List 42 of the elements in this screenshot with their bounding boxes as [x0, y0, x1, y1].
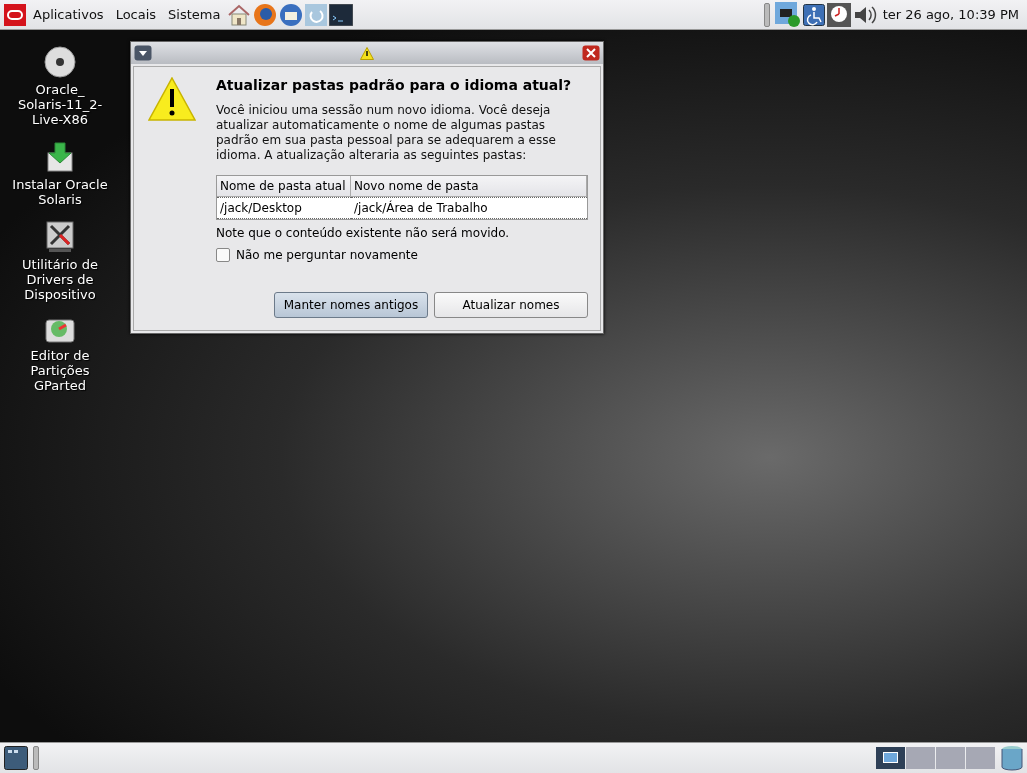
- checkbox-label[interactable]: Não me perguntar novamente: [236, 248, 418, 262]
- warning-icon: [148, 77, 196, 121]
- dialog-button[interactable]: Atualizar nomes: [434, 292, 588, 318]
- column-header[interactable]: Nome de pasta atual: [217, 176, 351, 197]
- oracle-logo-icon[interactable]: [4, 3, 26, 26]
- workspace-switcher-item[interactable]: [876, 747, 905, 769]
- trash-can-icon[interactable]: [1001, 745, 1023, 771]
- table-cell: /jack/Área de Trabalho: [351, 197, 587, 219]
- desktop-icon-label[interactable]: Editor de Partições GParted: [10, 348, 110, 393]
- download-arrow-icon[interactable]: [46, 141, 74, 173]
- disc-icon[interactable]: [44, 46, 76, 78]
- workspace-switcher-item[interactable]: [906, 747, 935, 769]
- table-cell: /jack/Desktop: [217, 197, 351, 219]
- panel-menu[interactable]: Locais: [110, 5, 162, 24]
- browser-globe-icon[interactable]: [253, 2, 278, 27]
- dialog-note: Note que o conteúdo existente não será movido.: [216, 226, 511, 240]
- column-header[interactable]: Novo nome de pasta: [351, 176, 587, 197]
- show-desktop-icon[interactable]: [4, 746, 28, 770]
- warning-icon: [360, 46, 374, 60]
- workspace-switcher-item[interactable]: [966, 747, 995, 769]
- panel-menu[interactable]: Aplicativos: [28, 5, 109, 24]
- checkbox[interactable]: [216, 248, 230, 262]
- clock-icon[interactable]: [826, 2, 851, 27]
- dialog-heading: Atualizar pastas padrão para o idioma atual?: [216, 77, 573, 93]
- desktop-icon-label[interactable]: Utilitário de Drivers de Dispositivo: [10, 257, 110, 302]
- dialog-button[interactable]: Manter nomes antigos: [274, 292, 428, 318]
- desktop-icon-label[interactable]: Instalar Oracle Solaris: [10, 177, 110, 207]
- panel-drag-handle[interactable]: [763, 2, 770, 27]
- window-menu-icon[interactable]: [134, 45, 152, 61]
- workspace-switcher-item[interactable]: [936, 747, 965, 769]
- network-icon[interactable]: [774, 1, 801, 28]
- desktop-icon-label[interactable]: Oracle_ Solaris-11_2- Live-X86: [10, 82, 110, 127]
- terminal-icon[interactable]: [329, 3, 354, 26]
- home-icon[interactable]: [227, 2, 252, 27]
- panel-drag-handle[interactable]: [33, 746, 39, 770]
- panel-clock[interactable]: ter 26 ago, 10:39 PM: [878, 7, 1023, 22]
- window-thumbnail-icon: [883, 752, 898, 763]
- speaker-icon[interactable]: [852, 3, 877, 26]
- close-icon[interactable]: [582, 45, 600, 61]
- panel-menu[interactable]: Sistema: [163, 5, 226, 24]
- dialog-message: Você iniciou uma sessão num novo idioma. Você deseja atualizar automaticamente o nome de algumas pastas padrão em sua pasta pessoal para se adequarem a esse idioma. A atualização alteraria as seguintes pastas:: [216, 103, 557, 163]
- accessibility-icon[interactable]: [802, 3, 825, 26]
